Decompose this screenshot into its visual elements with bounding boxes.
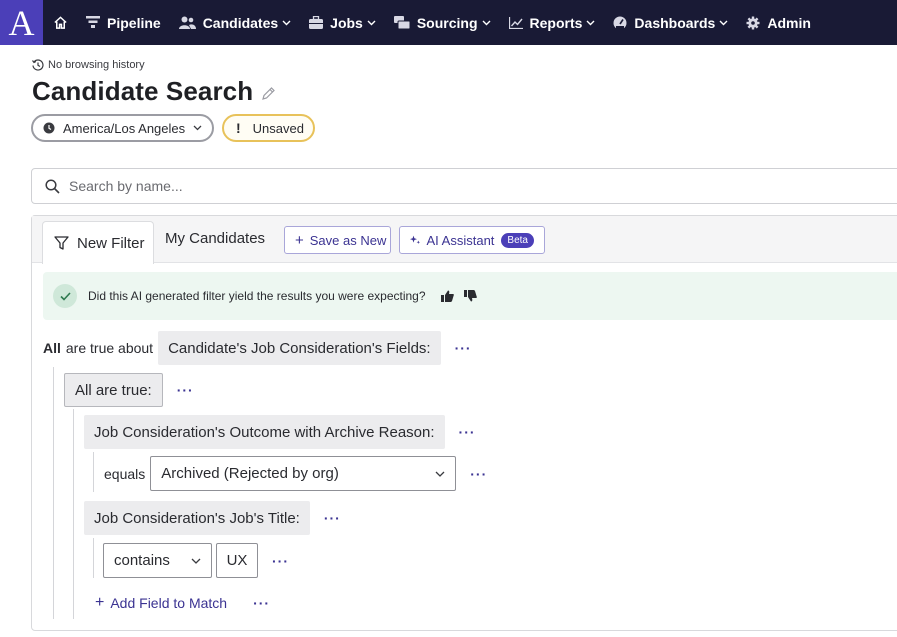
chevron-down-icon — [719, 20, 728, 25]
add-field-row: + Add Field to Match ··· — [95, 594, 270, 612]
job-title-input[interactable]: UX — [216, 543, 258, 578]
tab-label: New Filter — [77, 234, 145, 252]
tree-line — [73, 409, 74, 619]
nav-label: Reports — [529, 14, 583, 31]
plus-icon: + — [95, 594, 105, 611]
sparkle-icon — [410, 235, 421, 244]
group-rule: All are true: ··· — [64, 373, 194, 407]
plus-icon: + — [295, 231, 304, 249]
thumbs-up-icon[interactable] — [440, 290, 454, 302]
root-connector: are true about — [65, 340, 154, 356]
more-options-icon[interactable]: ··· — [470, 466, 487, 482]
operator-select[interactable]: contains — [103, 543, 212, 578]
ai-assistant-button[interactable]: AI Assistant Beta — [399, 226, 545, 254]
group-label-chip[interactable]: All are true: — [64, 373, 163, 407]
save-as-new-label: Save as New — [309, 232, 387, 248]
chevron-down-icon — [282, 20, 291, 25]
archive-reason-select[interactable]: Archived (Rejected by org) — [150, 456, 457, 491]
thumbs-down-icon[interactable] — [463, 290, 477, 302]
add-field-button[interactable]: + Add Field to Match — [95, 594, 227, 612]
add-field-label: Add Field to Match — [110, 595, 228, 611]
filter-tab-bar: New Filter My Candidates + Save as New A… — [32, 216, 897, 264]
gauge-icon — [613, 16, 627, 29]
root-quantifier[interactable]: All — [43, 340, 61, 356]
chevron-down-icon — [482, 20, 491, 25]
nav-label: Sourcing — [416, 14, 478, 31]
nav-item-pipeline[interactable]: Pipeline — [77, 0, 170, 45]
condition-rule: Job Consideration's Outcome with Archive… — [84, 415, 476, 449]
pencil-icon[interactable] — [261, 86, 276, 101]
more-options-icon[interactable]: ··· — [253, 595, 270, 611]
timezone-select[interactable]: America/Los Angeles — [31, 114, 214, 142]
root-field-chip[interactable]: Candidate's Job Consideration's Fields: — [158, 331, 441, 365]
root-rule: All are true about Candidate's Job Consi… — [43, 331, 472, 365]
top-navigation: A Pipeline Candidates Jobs Sourcing Repo… — [0, 0, 897, 45]
more-options-icon[interactable]: ··· — [455, 340, 472, 356]
condition-operator-row: contains UX ··· — [103, 543, 289, 578]
filter-panel: New Filter My Candidates + Save as New A… — [31, 215, 897, 631]
ai-feedback-banner: Did this AI generated filter yield the r… — [43, 272, 897, 320]
funnel-icon — [86, 16, 100, 28]
nav-label: Pipeline — [107, 14, 161, 31]
tab-new-filter[interactable]: New Filter — [42, 221, 154, 264]
chevron-down-icon — [586, 20, 595, 25]
chevron-down-icon — [435, 471, 445, 477]
select-value: contains — [114, 552, 170, 569]
operator-label: equals — [104, 465, 146, 482]
timezone-label: America/Los Angeles — [63, 120, 186, 136]
unsaved-status-badge: ! Unsaved — [222, 114, 315, 142]
condition-operator-row: equals Archived (Rejected by org) ··· — [104, 456, 487, 491]
ai-assistant-label: AI Assistant — [426, 232, 495, 248]
page-title-text: Candidate Search — [32, 76, 254, 106]
nav-label: Dashboards — [634, 14, 716, 31]
users-icon — [178, 16, 196, 29]
nav-item-jobs[interactable]: Jobs — [300, 0, 385, 45]
nav-label: Admin — [767, 14, 811, 31]
clock-icon — [43, 122, 55, 134]
gear-icon — [746, 16, 760, 29]
nav-item-dashboards[interactable]: Dashboards — [604, 0, 737, 45]
chevron-down-icon — [367, 20, 376, 25]
search-icon — [45, 178, 60, 194]
more-options-icon[interactable]: ··· — [324, 510, 341, 526]
search-input[interactable] — [69, 178, 769, 194]
chart-icon — [508, 16, 523, 29]
select-value: Archived (Rejected by org) — [161, 465, 339, 482]
more-options-icon[interactable]: ··· — [177, 382, 194, 398]
check-icon — [53, 284, 77, 308]
history-label: No browsing history — [48, 59, 145, 71]
more-options-icon[interactable]: ··· — [272, 553, 289, 569]
chevron-down-icon — [191, 558, 201, 564]
page-title: Candidate Search — [32, 76, 276, 107]
warning-icon: ! — [236, 120, 241, 136]
nav-item-candidates[interactable]: Candidates — [170, 0, 300, 45]
chevron-down-icon — [193, 125, 202, 131]
nav-item-sourcing[interactable]: Sourcing — [385, 0, 500, 45]
sourcing-icon — [393, 16, 410, 29]
tree-line — [93, 452, 94, 492]
beta-badge: Beta — [501, 232, 534, 248]
tree-line — [93, 538, 94, 578]
nav-item-admin[interactable]: Admin — [737, 0, 820, 45]
status-label: Unsaved — [252, 120, 304, 136]
app-logo[interactable]: A — [0, 0, 43, 45]
tab-my-candidates[interactable]: My Candidates — [165, 230, 265, 247]
search-bar — [31, 168, 897, 204]
ai-feedback-question: Did this AI generated filter yield the r… — [88, 289, 426, 303]
nav-label: Jobs — [330, 14, 363, 31]
history-icon — [32, 59, 44, 71]
home-icon[interactable] — [43, 0, 77, 45]
briefcase-icon — [309, 16, 324, 29]
more-options-icon[interactable]: ··· — [459, 424, 476, 440]
condition-field-chip[interactable]: Job Consideration's Outcome with Archive… — [84, 415, 445, 449]
filter-icon — [54, 236, 69, 250]
condition-field-chip[interactable]: Job Consideration's Job's Title: — [84, 501, 310, 535]
browsing-history[interactable]: No browsing history — [32, 59, 145, 71]
condition-rule: Job Consideration's Job's Title: ··· — [84, 501, 341, 535]
nav-label: Candidates — [202, 14, 279, 31]
tree-line — [53, 367, 54, 619]
save-as-new-button[interactable]: + Save as New — [284, 226, 391, 254]
nav-item-reports[interactable]: Reports — [500, 0, 605, 45]
